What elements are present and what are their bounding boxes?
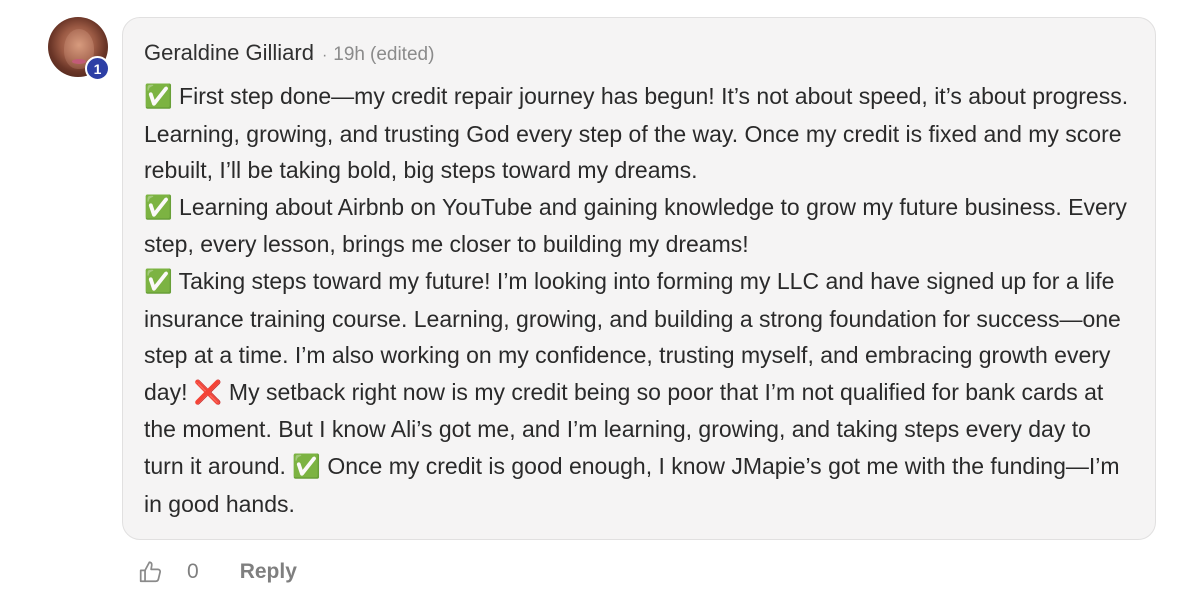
author-name[interactable]: Geraldine Gilliard	[144, 40, 314, 66]
check-mark-icon: ✅	[144, 84, 173, 110]
timestamp[interactable]: 19h	[333, 44, 365, 66]
avatar-container[interactable]: 1	[48, 17, 110, 81]
comment-actions: 0 Reply	[138, 556, 297, 588]
comment-header: Geraldine Gilliard · 19h (edited)	[144, 40, 1135, 70]
comment-paragraph: ✅ First step done—my credit repair journ…	[144, 78, 1135, 189]
avatar-lips	[72, 59, 86, 64]
comment-bubble: Geraldine Gilliard · 19h (edited) ✅ Firs…	[122, 17, 1156, 540]
paragraph-text: Once my credit is good enough, I know JM…	[144, 452, 1120, 517]
comment-body: ✅ First step done—my credit repair journ…	[144, 78, 1135, 522]
paragraph-text: Learning about Airbnb on YouTube and gai…	[144, 193, 1127, 258]
comment-paragraph: ✅ Taking steps toward my future! I’m loo…	[144, 263, 1135, 522]
edited-label: (edited)	[370, 44, 435, 65]
check-mark-icon: ✅	[292, 453, 321, 480]
reply-button[interactable]: Reply	[240, 560, 297, 584]
check-mark-icon: ✅	[144, 268, 173, 295]
comment-paragraph: ✅ Learning about Airbnb on YouTube and g…	[144, 189, 1135, 263]
level-badge: 1	[85, 56, 110, 81]
like-count: 0	[187, 560, 199, 583]
check-mark-icon: ✅	[144, 194, 173, 221]
cross-mark-icon: ❌	[193, 379, 223, 406]
paragraph-text: First step done—my credit repair journey…	[144, 83, 1129, 184]
separator-dot: ·	[321, 47, 328, 64]
thumbs-up-icon[interactable]	[138, 559, 164, 585]
